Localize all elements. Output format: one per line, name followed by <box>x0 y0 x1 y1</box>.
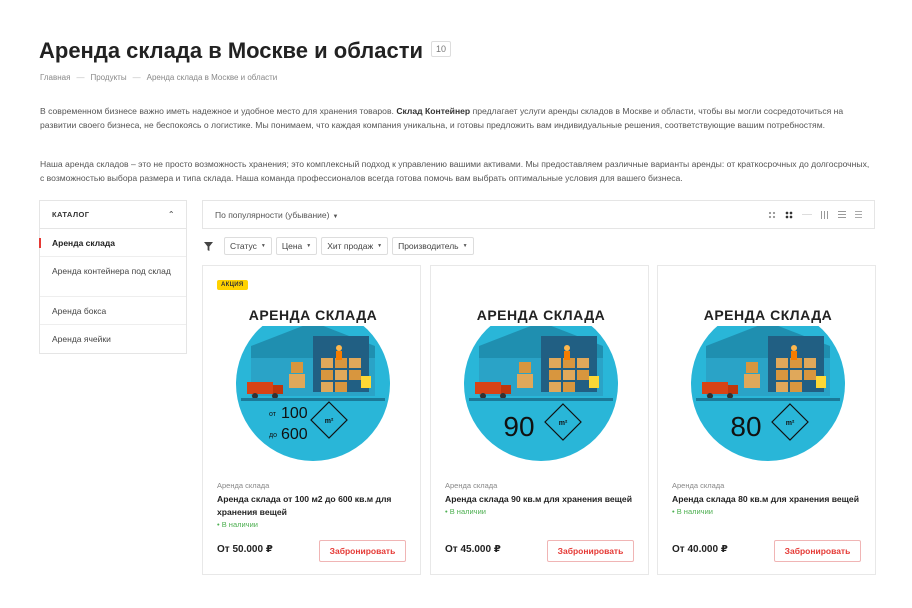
breadcrumb-products-link[interactable]: Продукты <box>90 73 126 82</box>
book-button[interactable]: Забронировать <box>774 540 861 562</box>
filter-status-label: Статус <box>230 241 257 251</box>
stock-status: • В наличии <box>217 520 258 529</box>
description-brand: Склад Контейнер <box>396 106 471 116</box>
image-area-from: 100 <box>281 405 308 422</box>
filter-price[interactable]: Цена ▼ <box>275 237 318 255</box>
catalog-sidebar: КАТАЛОГ ⌃ Аренда склада Аренда контейнер… <box>39 200 187 354</box>
filter-manufacturer-label: Производитель <box>398 241 459 251</box>
image-area-from-prefix: от <box>269 411 277 418</box>
compact-list-icon[interactable] <box>855 210 862 219</box>
catalog-header[interactable]: КАТАЛОГ ⌃ <box>40 201 186 229</box>
sort-dropdown[interactable]: По популярности (убывание) ▼ <box>215 210 338 220</box>
description-paragraph-2: Наша аренда складов – это не просто возм… <box>40 159 870 183</box>
filter-funnel-icon[interactable] <box>202 240 214 252</box>
product-category: Аренда склада <box>217 481 270 490</box>
warehouse-rental-image[interactable]: АРЕНДА СКЛАДА от 100 до 600 m² <box>229 286 397 461</box>
breadcrumb-separator: — <box>76 73 85 82</box>
image-area-to-prefix: до <box>269 432 277 439</box>
filter-price-label: Цена <box>281 241 303 251</box>
filter-status[interactable]: Статус ▼ <box>224 237 272 255</box>
caret-down-icon: ▼ <box>377 243 383 249</box>
product-count-badge: 10 <box>431 41 452 58</box>
chevron-up-icon[interactable]: ⌃ <box>168 210 175 219</box>
image-area: 90 <box>503 411 534 442</box>
page-title: Аренда склада в Москве и области 10 <box>39 38 452 64</box>
image-area-to: 600 <box>281 426 308 443</box>
image-banner-text: АРЕНДА СКЛАДА <box>704 307 833 323</box>
breadcrumb: Главная — Продукты — Аренда склада в Москве … <box>40 73 277 82</box>
columns-view-icon[interactable] <box>821 210 829 219</box>
image-area-unit: m² <box>559 420 568 427</box>
product-name[interactable]: Аренда склада 90 кв.м для хранения вещей <box>445 493 640 506</box>
product-card[interactable]: АРЕНДА СКЛАДА 90 m² Аренда склада Аренда… <box>430 265 649 575</box>
sidebar-item-cell[interactable]: Аренда ячейки <box>40 325 186 353</box>
breadcrumb-home-link[interactable]: Главная <box>40 73 70 82</box>
product-price: От 45.000 ₽ <box>445 544 501 555</box>
sidebar-item-warehouse[interactable]: Аренда склада <box>39 229 186 257</box>
page-title-text: Аренда склада в Москве и области <box>39 38 424 63</box>
stock-status-text: В наличии <box>449 507 486 516</box>
product-price: От 50.000 ₽ <box>217 544 273 555</box>
product-price: От 40.000 ₽ <box>672 544 728 555</box>
image-area-unit: m² <box>786 420 795 427</box>
description-paragraph-1: В современном бизнесе важно иметь надежн… <box>40 104 870 132</box>
grid-small-icon[interactable] <box>768 210 776 219</box>
description-text: В современном бизнесе важно иметь надежн… <box>40 106 397 116</box>
product-category: Аренда склада <box>445 481 498 490</box>
sort-label: По популярности (убывание) <box>215 209 330 220</box>
caret-down-icon: ▼ <box>306 243 312 249</box>
stock-status: • В наличии <box>672 507 713 516</box>
stock-status-text: В наличии <box>221 520 258 529</box>
caret-down-icon: ▼ <box>332 213 339 220</box>
stock-status: • В наличии <box>445 507 486 516</box>
book-button[interactable]: Забронировать <box>547 540 634 562</box>
grid-large-icon[interactable] <box>785 210 793 219</box>
view-divider <box>802 214 812 215</box>
product-category: Аренда склада <box>672 481 725 490</box>
breadcrumb-current: Аренда склада в Москве и области <box>146 73 278 82</box>
caret-down-icon: ▼ <box>462 243 468 249</box>
view-switcher <box>768 210 862 219</box>
image-area: 80 <box>730 411 761 442</box>
product-card[interactable]: АКЦИЯ АРЕНДА СКЛАДА от 100 до 600 m² Аре… <box>202 265 421 575</box>
product-name[interactable]: Аренда склада 80 кв.м для хранения вещей <box>672 493 867 506</box>
breadcrumb-separator: — <box>132 73 141 82</box>
warehouse-rental-image[interactable]: АРЕНДА СКЛАДА 90 m² <box>457 286 625 461</box>
filter-bestseller[interactable]: Хит продаж ▼ <box>321 237 389 255</box>
sort-bar: По популярности (убывание) ▼ <box>202 200 875 229</box>
book-button[interactable]: Забронировать <box>319 540 406 562</box>
product-name[interactable]: Аренда склада от 100 м2 до 600 кв.м для … <box>217 493 412 519</box>
filter-bestseller-label: Хит продаж <box>327 241 374 251</box>
image-banner-text: АРЕНДА СКЛАДА <box>249 307 378 323</box>
filter-bar: Статус ▼ Цена ▼ Хит продаж ▼ Производитель ▼ <box>202 237 474 255</box>
image-banner-text: АРЕНДА СКЛАДА <box>477 307 606 323</box>
catalog-title: КАТАЛОГ <box>52 210 90 219</box>
filter-manufacturer[interactable]: Производитель ▼ <box>392 237 474 255</box>
sidebar-item-container[interactable]: Аренда контейнера под склад <box>40 257 186 297</box>
warehouse-rental-image[interactable]: АРЕНДА СКЛАДА 80 m² <box>684 286 852 461</box>
list-view-icon[interactable] <box>838 210 846 219</box>
stock-status-text: В наличии <box>676 507 713 516</box>
product-card[interactable]: АРЕНДА СКЛАДА 80 m² Аренда склада Аренда… <box>657 265 876 575</box>
image-area-unit: m² <box>325 418 334 425</box>
sidebar-item-box[interactable]: Аренда бокса <box>40 297 186 325</box>
caret-down-icon: ▼ <box>260 243 266 249</box>
